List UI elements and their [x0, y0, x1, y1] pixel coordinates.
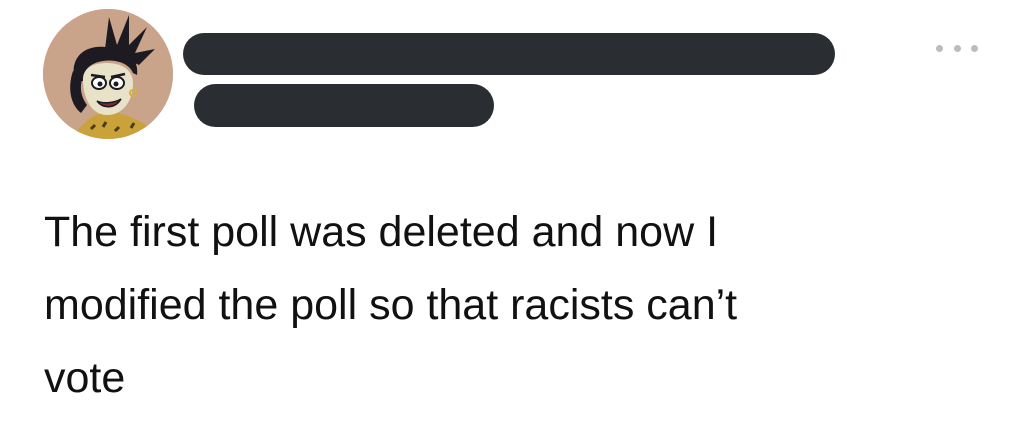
cartoon-character-avatar-icon	[43, 9, 173, 139]
redacted-display-name	[183, 33, 835, 75]
more-dot	[971, 44, 978, 52]
more-dot	[953, 44, 961, 52]
more-options-icon[interactable]	[936, 38, 978, 58]
tweet-card: The first poll was deleted and now I mod…	[0, 0, 1024, 425]
tweet-text: The first poll was deleted and now I mod…	[44, 208, 738, 402]
author-avatar[interactable]	[43, 9, 173, 139]
redacted-username	[194, 84, 494, 127]
more-dot	[936, 44, 943, 52]
